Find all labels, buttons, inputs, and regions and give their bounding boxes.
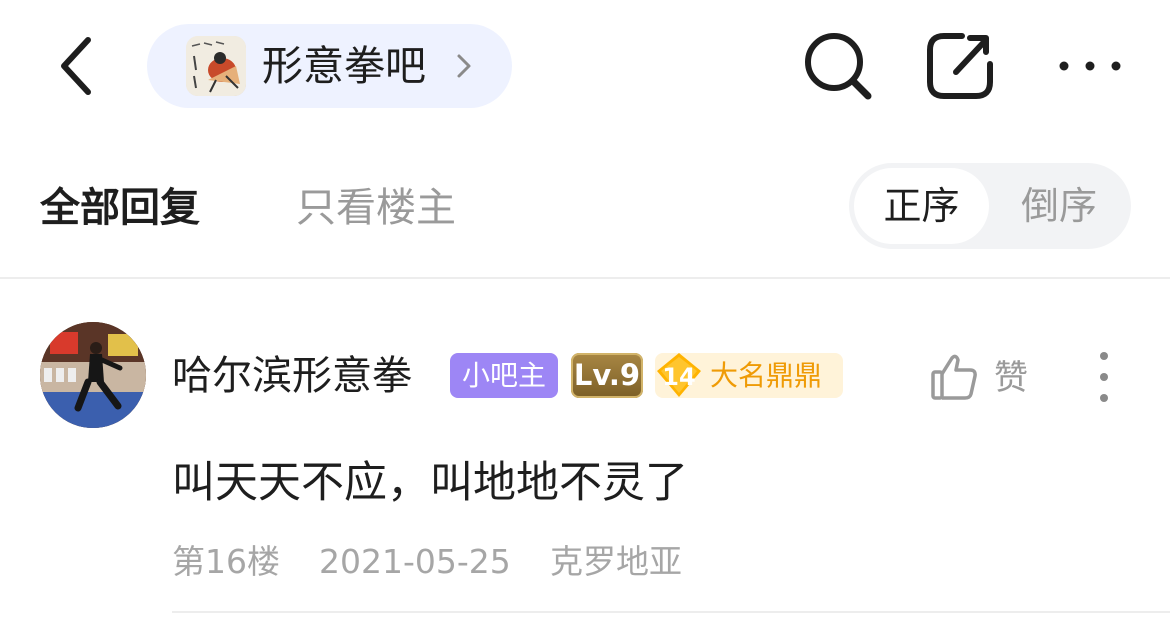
user-avatar[interactable] — [40, 322, 146, 428]
search-icon — [805, 33, 872, 100]
level-badge: Lv.9 — [571, 353, 643, 398]
post-content: 叫天天不应，叫地地不灵了 — [172, 458, 688, 508]
back-button[interactable] — [48, 30, 108, 102]
section-divider — [0, 277, 1170, 279]
post-username[interactable]: 哈尔滨形意拳 — [172, 350, 412, 402]
chevron-left-icon — [61, 37, 91, 95]
share-button[interactable] — [922, 28, 998, 104]
forum-avatar — [186, 36, 246, 96]
admin-badge: 小吧主 — [450, 353, 558, 398]
thumbs-up-icon — [931, 354, 977, 400]
post-date: 2021-05-25 — [319, 542, 511, 581]
more-button[interactable] — [1055, 28, 1125, 104]
like-label: 赞 — [994, 358, 1028, 398]
search-button[interactable] — [800, 28, 876, 104]
like-button[interactable]: 赞 — [930, 352, 1035, 404]
post-location: 克罗地亚 — [550, 542, 682, 581]
tab-all-replies[interactable]: 全部回复 — [40, 180, 200, 236]
title-badge-number: 14 — [662, 363, 696, 391]
top-nav-bar: 形意拳吧 — [0, 0, 1170, 130]
forum-name: 形意拳吧 — [262, 42, 426, 90]
more-horizontal-icon — [1059, 61, 1121, 71]
sort-descending-button[interactable]: 倒序 — [991, 168, 1127, 244]
chevron-right-icon — [457, 54, 471, 78]
title-badge-label: 大名鼎鼎 — [710, 359, 823, 392]
sort-ascending-button[interactable]: 正序 — [854, 168, 989, 244]
forum-pill-button[interactable]: 形意拳吧 — [147, 24, 512, 108]
post-divider — [172, 611, 1170, 613]
more-vertical-icon — [1100, 352, 1108, 402]
tab-op-only[interactable]: 只看楼主 — [296, 180, 456, 236]
post-more-button[interactable] — [1093, 350, 1115, 404]
share-icon — [927, 33, 993, 99]
title-badge: 14 大名鼎鼎 — [655, 353, 843, 398]
post-floor: 第16楼 — [172, 542, 280, 581]
sort-toggle: 正序 倒序 — [849, 163, 1131, 249]
